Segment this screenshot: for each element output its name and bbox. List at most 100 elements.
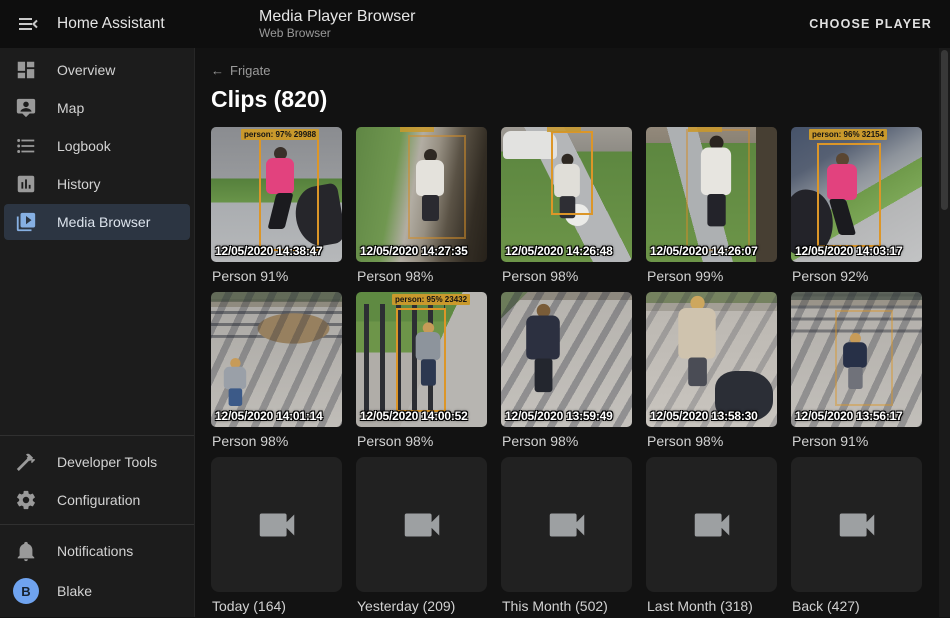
folder-label: Back (427) <box>792 598 922 616</box>
clip-label: Person 98% <box>212 433 342 451</box>
clip-card[interactable]: 12/05/2020 14:01:14 Person 98% <box>211 292 342 453</box>
detection-annotation: person: 95% 23432 <box>392 294 470 305</box>
media-browser-content: ← Frigate Clips (820) person: 97% 29988 … <box>195 48 950 617</box>
clip-card[interactable]: 12/05/2020 13:56:17 Person 91% <box>791 292 922 453</box>
sidebar-item-label: History <box>57 176 101 192</box>
page-subtitle: Web Browser <box>259 26 809 41</box>
scrollbar-thumb[interactable] <box>941 50 948 210</box>
bell-icon <box>14 539 38 563</box>
breadcrumb-label: Frigate <box>230 63 270 78</box>
clip-card[interactable]: 12/05/2020 14:26:07 Person 99% <box>646 127 777 288</box>
sidebar-item-configuration[interactable]: Configuration <box>4 482 190 518</box>
back-arrow-icon: ← <box>211 63 224 78</box>
sidebar-item-overview[interactable]: Overview <box>4 52 190 88</box>
folder-label: Yesterday (209) <box>357 598 487 616</box>
clip-timestamp-overlay: 12/05/2020 14:03:17 <box>795 244 922 258</box>
folder-card[interactable]: This Month (502) <box>501 457 632 618</box>
scrollbar-track[interactable] <box>939 48 950 617</box>
clip-timestamp-overlay: 12/05/2020 14:26:48 <box>505 244 632 258</box>
clip-card[interactable]: person: 97% 29988 12/05/2020 14:38:47 Pe… <box>211 127 342 288</box>
clip-card[interactable]: 12/05/2020 14:27:35 Person 98% <box>356 127 487 288</box>
sidebar-item-label: Media Browser <box>57 214 150 230</box>
folder-card[interactable]: Back (427) <box>791 457 922 618</box>
sidebar-item-developer-tools[interactable]: Developer Tools <box>4 444 190 480</box>
divider <box>0 524 194 525</box>
folder-thumbnail <box>791 457 922 592</box>
gear-icon <box>14 488 38 512</box>
person-figure <box>224 358 246 406</box>
sidebar-item-label: Developer Tools <box>57 454 157 470</box>
person-figure <box>678 296 715 386</box>
sidebar: Overview Map Logbook History Media Brows… <box>0 48 195 617</box>
clip-label: Person 99% <box>647 268 777 286</box>
clip-timestamp-overlay: 12/05/2020 14:27:35 <box>360 244 487 258</box>
clip-card[interactable]: person: 96% 32154 12/05/2020 14:03:17 Pe… <box>791 127 922 288</box>
folder-label: This Month (502) <box>502 598 632 616</box>
sidebar-item-logbook[interactable]: Logbook <box>4 128 190 164</box>
header-left: Home Assistant <box>0 12 195 36</box>
detection-annotation-partial <box>547 127 581 132</box>
detection-annotation: person: 96% 32154 <box>809 129 887 140</box>
sidebar-item-label: Notifications <box>57 543 133 559</box>
clip-label: Person 91% <box>212 268 342 286</box>
clip-label: Person 98% <box>502 433 632 451</box>
clip-label: Person 92% <box>792 268 922 286</box>
folder-card[interactable]: Last Month (318) <box>646 457 777 618</box>
folder-card[interactable]: Yesterday (209) <box>356 457 487 618</box>
sidebar-item-user[interactable]: B Blake <box>4 571 190 611</box>
detection-bounding-box <box>817 143 881 247</box>
clip-timestamp-overlay: 12/05/2020 13:56:17 <box>795 409 922 423</box>
folder-label: Today (164) <box>212 598 342 616</box>
view-dashboard-icon <box>14 58 38 82</box>
clip-thumbnail: 12/05/2020 14:26:07 <box>646 127 777 262</box>
video-camera-icon <box>544 502 590 548</box>
video-camera-icon <box>689 502 735 548</box>
clip-label: Person 98% <box>647 433 777 451</box>
hammer-icon <box>14 450 38 474</box>
avatar: B <box>13 578 39 604</box>
sidebar-item-notifications[interactable]: Notifications <box>4 533 190 569</box>
person-figure <box>526 304 560 392</box>
detection-annotation: person: 97% 29988 <box>241 129 319 140</box>
sidebar-item-label: Map <box>57 100 84 116</box>
folder-card[interactable]: Today (164) <box>211 457 342 618</box>
clip-card[interactable]: 12/05/2020 13:58:30 Person 98% <box>646 292 777 453</box>
detection-annotation-partial <box>400 127 434 132</box>
clip-timestamp-overlay: 12/05/2020 13:59:49 <box>505 409 632 423</box>
clip-timestamp-overlay: 12/05/2020 14:38:47 <box>215 244 342 258</box>
menu-open-icon[interactable] <box>16 12 40 36</box>
clip-thumbnail: person: 97% 29988 12/05/2020 14:38:47 <box>211 127 342 262</box>
clip-thumbnail: person: 96% 32154 12/05/2020 14:03:17 <box>791 127 922 262</box>
sidebar-item-media-browser[interactable]: Media Browser <box>4 204 190 240</box>
detection-bounding-box <box>686 129 750 251</box>
clip-label: Person 98% <box>357 433 487 451</box>
play-box-multiple-icon <box>14 210 38 234</box>
clip-thumbnail: 12/05/2020 13:56:17 <box>791 292 922 427</box>
video-camera-icon <box>254 502 300 548</box>
video-camera-icon <box>834 502 880 548</box>
clip-card[interactable]: 12/05/2020 13:59:49 Person 98% <box>501 292 632 453</box>
detection-bounding-box <box>259 133 319 251</box>
clip-thumbnail: 12/05/2020 13:58:30 <box>646 292 777 427</box>
sidebar-item-map[interactable]: Map <box>4 90 190 126</box>
folder-thumbnail <box>501 457 632 592</box>
folder-thumbnail <box>646 457 777 592</box>
clip-timestamp-overlay: 12/05/2020 14:01:14 <box>215 409 342 423</box>
clip-card[interactable]: person: 95% 23432 12/05/2020 14:00:52 Pe… <box>356 292 487 453</box>
detection-bounding-box <box>835 310 893 406</box>
folder-thumbnail <box>356 457 487 592</box>
divider <box>0 435 194 436</box>
sidebar-item-label: Logbook <box>57 138 111 154</box>
folder-label: Last Month (318) <box>647 598 777 616</box>
folder-thumbnail <box>211 457 342 592</box>
user-name: Blake <box>57 583 92 599</box>
breadcrumb-back[interactable]: ← Frigate <box>211 62 934 78</box>
clip-label: Person 91% <box>792 433 922 451</box>
sidebar-item-label: Configuration <box>57 492 140 508</box>
choose-player-button[interactable]: CHOOSE PLAYER <box>809 17 932 31</box>
tooltip-account-icon <box>14 96 38 120</box>
sidebar-item-history[interactable]: History <box>4 166 190 202</box>
clip-card[interactable]: 12/05/2020 14:26:48 Person 98% <box>501 127 632 288</box>
clip-timestamp-overlay: 12/05/2020 14:00:52 <box>360 409 487 423</box>
clip-thumbnail: 12/05/2020 14:26:48 <box>501 127 632 262</box>
